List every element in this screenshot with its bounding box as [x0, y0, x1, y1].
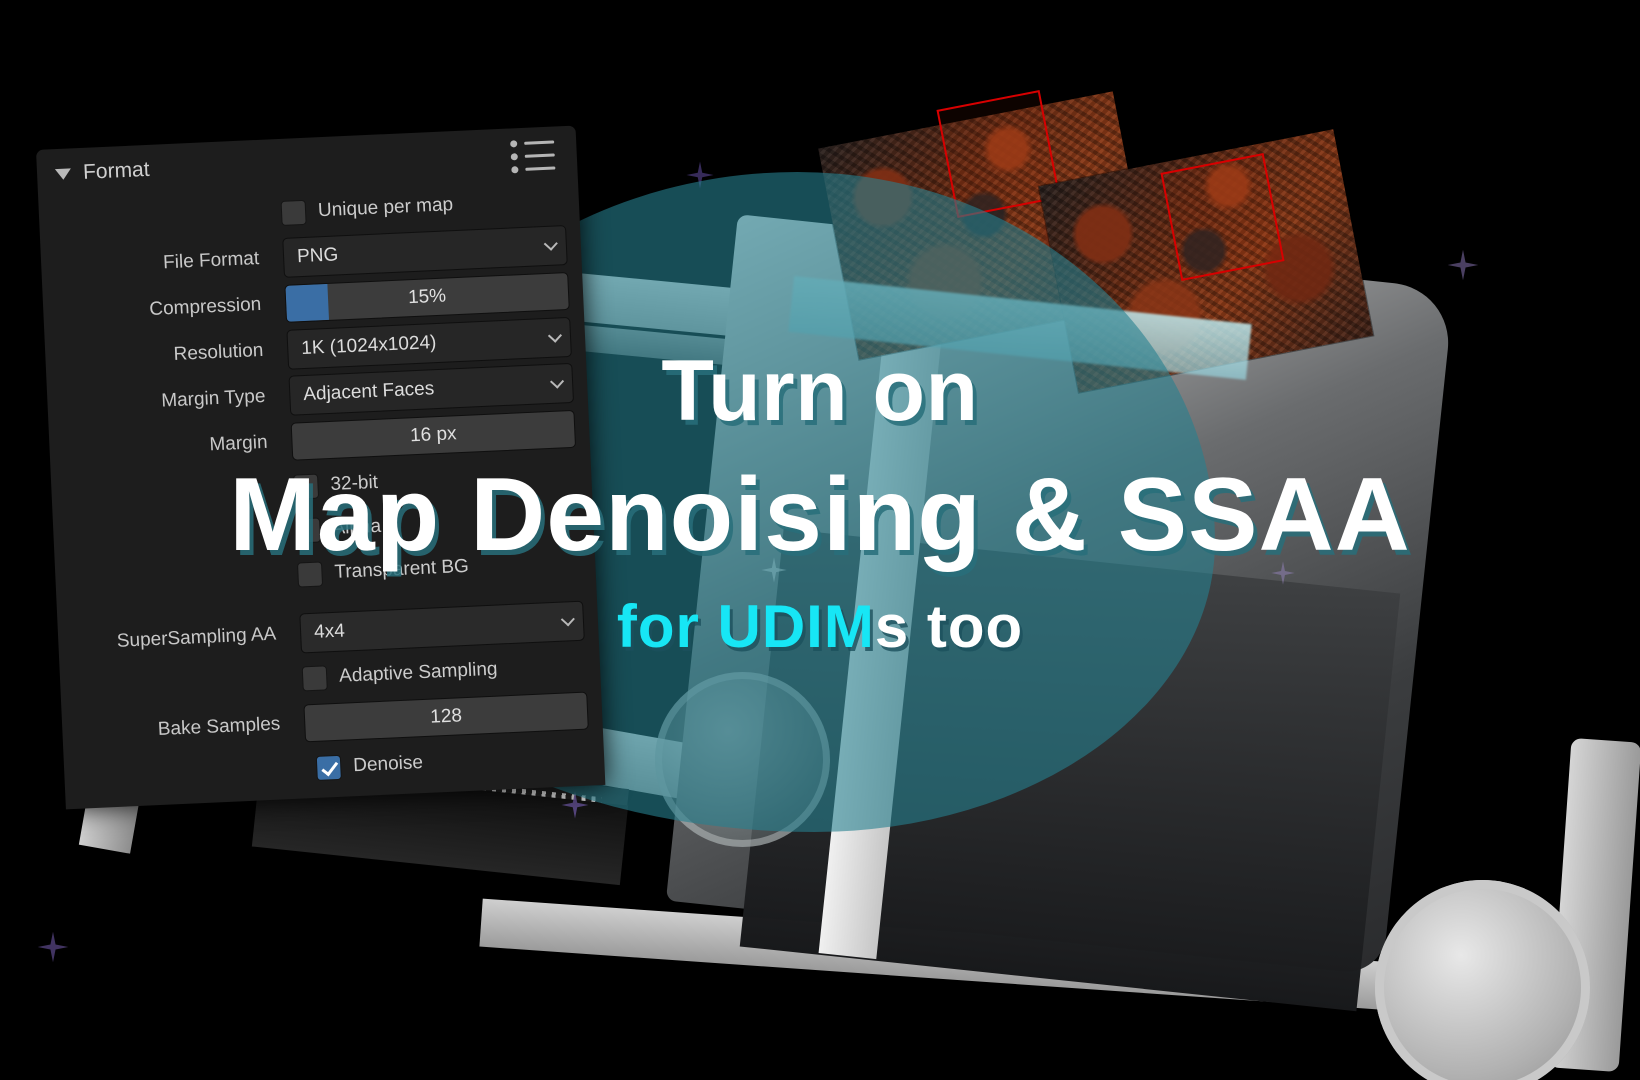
list-menu-icon[interactable] — [510, 138, 556, 174]
label-denoise: Denoise — [352, 752, 424, 777]
checkbox-adaptive-sampling[interactable] — [301, 664, 328, 691]
panel-title: Format — [82, 157, 151, 184]
headline-line-2: Map Denoising & SSAA — [229, 457, 1411, 573]
chevron-down-icon — [547, 328, 563, 343]
screenshot-root: Format Unique per map File Format PNG Co… — [0, 0, 1640, 1080]
udim-selection-box-2 — [1160, 152, 1285, 282]
sparkle-icon-6 — [37, 931, 69, 963]
slider-fill-compression — [285, 283, 330, 322]
headline-line-3-suffix: s too — [874, 593, 1024, 660]
headline-line-3: for UDIMs too — [0, 592, 1640, 661]
value-compression: 15% — [407, 285, 447, 309]
label-unique-per-map: Unique per map — [317, 194, 454, 222]
value-bake-samples: 128 — [429, 705, 463, 728]
headline-line-3-udim: UDIM — [717, 593, 875, 660]
mesh-disc-right — [1375, 880, 1590, 1080]
label-adaptive-sampling: Adaptive Sampling — [338, 658, 498, 687]
headline-line-3-prefix: for — [616, 593, 718, 660]
label-file-format: File Format — [162, 247, 260, 274]
sparkle-icon-5 — [1447, 249, 1479, 281]
checkbox-denoise[interactable] — [315, 754, 342, 781]
value-file-format: PNG — [296, 244, 339, 268]
checkbox-unique-per-map[interactable] — [280, 199, 307, 226]
label-compression: Compression — [148, 293, 262, 321]
triangle-down-icon[interactable] — [54, 167, 72, 180]
headline-line-1: Turn on — [661, 343, 979, 439]
chevron-down-icon — [543, 236, 558, 251]
label-bake-samples: Bake Samples — [157, 713, 281, 741]
